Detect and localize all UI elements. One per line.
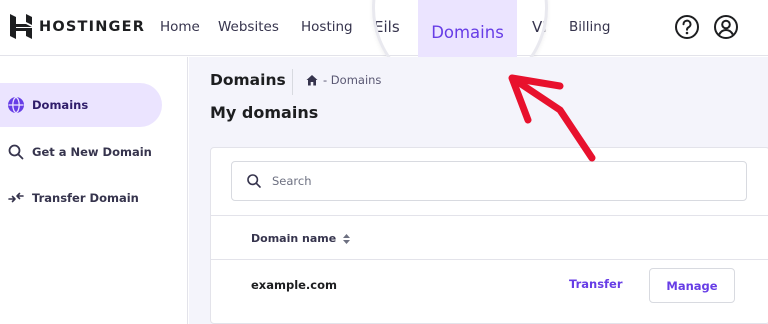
top-bar: HOSTINGER Home Websites Hosting Eils Dom… [0, 0, 768, 64]
domain-name-cell: example.com [251, 278, 338, 292]
page-title: Domains [210, 71, 286, 89]
help-icon[interactable] [674, 14, 700, 40]
sort-icon[interactable] [342, 233, 351, 245]
transfer-icon [8, 192, 24, 203]
nav-billing[interactable]: Billing [569, 19, 610, 35]
sidebar-item-label: Get a New Domain [32, 145, 152, 159]
breadcrumb-current: - Domains [323, 73, 382, 87]
divider [211, 215, 768, 216]
search-input[interactable] [272, 174, 712, 188]
divider [211, 259, 768, 260]
globe-icon [8, 96, 24, 114]
manage-button[interactable]: Manage [649, 268, 735, 303]
sidebar-item-transfer-domain[interactable]: Transfer Domain [0, 176, 188, 220]
sidebar-item-domains[interactable]: Domains [0, 83, 162, 127]
title-divider [292, 69, 293, 95]
nav-home[interactable]: Home [160, 19, 200, 35]
column-header-domain-name[interactable]: Domain name [251, 232, 351, 245]
nav-vps[interactable]: VI [532, 18, 547, 36]
main-content: Domains - Domains My domains Domain name… [189, 57, 768, 324]
home-icon[interactable] [305, 73, 319, 87]
nav-domains[interactable]: Domains [418, 0, 517, 64]
brand-name: HOSTINGER [39, 18, 146, 35]
nav-websites[interactable]: Websites [218, 19, 279, 35]
search-icon [247, 174, 261, 188]
search-box[interactable] [231, 161, 747, 201]
nav-domains-label: Domains [431, 22, 504, 42]
nav-emails[interactable]: Eils [374, 18, 400, 36]
breadcrumb: - Domains [305, 73, 381, 87]
nav-hosting[interactable]: Hosting [301, 19, 353, 35]
account-icon[interactable] [713, 14, 739, 40]
search-icon [8, 144, 24, 160]
transfer-button[interactable]: Transfer [569, 277, 623, 291]
sidebar-item-label: Transfer Domain [32, 191, 139, 205]
hostinger-logo[interactable]: HOSTINGER [10, 14, 145, 39]
sidebar-item-label: Domains [32, 98, 89, 112]
section-title: My domains [210, 103, 319, 122]
hostinger-logo-mark-icon [10, 14, 32, 39]
domains-card: Domain name example.com Transfer Manage [210, 147, 768, 324]
column-header-label: Domain name [251, 232, 337, 245]
sidebar: Domains Get a New Domain Transfer Domain [0, 57, 188, 324]
sidebar-item-get-new-domain[interactable]: Get a New Domain [0, 130, 188, 174]
